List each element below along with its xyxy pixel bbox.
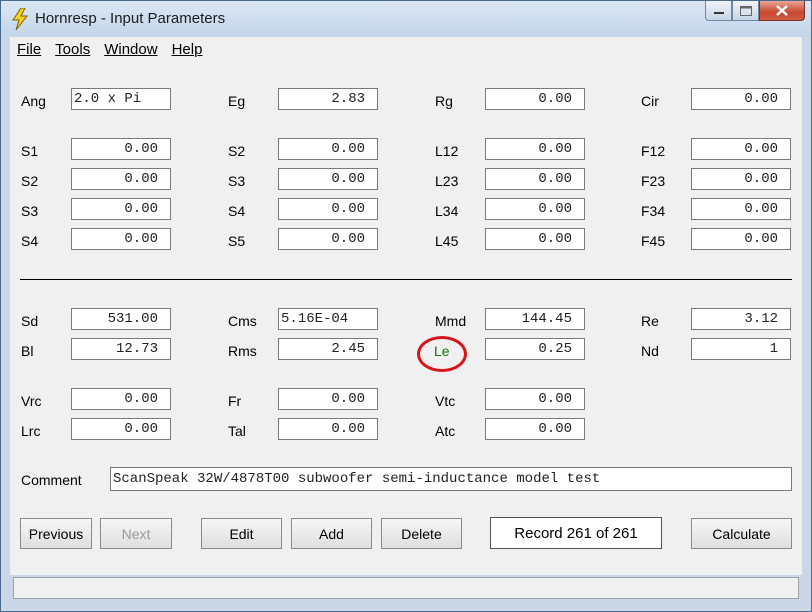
fr-field[interactable]: 0.00 [278, 388, 378, 410]
app-window: Hornresp - Input Parameters File Tools W… [0, 0, 812, 612]
ang-field[interactable]: 2.0 x Pi [71, 88, 171, 110]
f23-label: F23 [641, 173, 666, 189]
calculate-button[interactable]: Calculate [691, 518, 792, 549]
vtc-label: Vtc [435, 393, 456, 409]
window-title: Hornresp - Input Parameters [35, 10, 226, 27]
rms-field[interactable]: 2.45 [278, 338, 378, 360]
section-divider [20, 279, 792, 280]
s2b-label: S2 [228, 143, 246, 159]
l34-field[interactable]: 0.00 [485, 198, 585, 220]
maximize-icon [739, 5, 752, 16]
delete-button[interactable]: Delete [381, 518, 462, 549]
l34-label: L34 [435, 203, 459, 219]
menu-help[interactable]: Help [172, 41, 203, 58]
rg-field[interactable]: 0.00 [485, 88, 585, 110]
l23-label: L23 [435, 173, 459, 189]
s1-label: S1 [21, 143, 39, 159]
cir-field[interactable]: 0.00 [691, 88, 791, 110]
vrc-label: Vrc [21, 393, 42, 409]
comment-label: Comment [21, 472, 82, 488]
f23-field[interactable]: 0.00 [691, 168, 791, 190]
s3-field[interactable]: 0.00 [71, 198, 171, 220]
lrc-field[interactable]: 0.00 [71, 418, 171, 440]
nd-field[interactable]: 1 [691, 338, 791, 360]
cms-label: Cms [228, 313, 257, 329]
l12-label: L12 [435, 143, 459, 159]
fr-label: Fr [228, 393, 242, 409]
atc-field[interactable]: 0.00 [485, 418, 585, 440]
status-bar [13, 577, 799, 599]
cms-field[interactable]: 5.16E-04 [278, 308, 378, 330]
s2b-field[interactable]: 0.00 [278, 138, 378, 160]
eg-label: Eg [228, 93, 246, 109]
menu-tools[interactable]: Tools [55, 41, 90, 58]
tal-label: Tal [228, 423, 246, 439]
s5-label: S5 [228, 233, 246, 249]
bl-label: Bl [21, 343, 34, 359]
l12-field[interactable]: 0.00 [485, 138, 585, 160]
minimize-button[interactable] [705, 1, 732, 21]
s4b-field[interactable]: 0.00 [278, 198, 378, 220]
f12-label: F12 [641, 143, 666, 159]
sd-label: Sd [21, 313, 39, 329]
menu-window[interactable]: Window [104, 41, 157, 58]
s2-field[interactable]: 0.00 [71, 168, 171, 190]
l45-label: L45 [435, 233, 459, 249]
re-label: Re [641, 313, 659, 329]
le-label[interactable]: Le [434, 343, 450, 359]
minimize-icon [713, 11, 724, 14]
bl-field[interactable]: 12.73 [71, 338, 171, 360]
mmd-label: Mmd [435, 313, 467, 329]
s4b-label: S4 [228, 203, 246, 219]
f12-field[interactable]: 0.00 [691, 138, 791, 160]
eg-field[interactable]: 2.83 [278, 88, 378, 110]
next-button[interactable]: Next [100, 518, 172, 549]
lightning-bolt-icon [12, 8, 29, 30]
previous-button[interactable]: Previous [20, 518, 92, 549]
s3b-field[interactable]: 0.00 [278, 168, 378, 190]
s4-label: S4 [21, 233, 39, 249]
sd-field[interactable]: 531.00 [71, 308, 171, 330]
l45-field[interactable]: 0.00 [485, 228, 585, 250]
lrc-label: Lrc [21, 423, 41, 439]
menu-file[interactable]: File [17, 41, 41, 58]
vrc-field[interactable]: 0.00 [71, 388, 171, 410]
f45-label: F45 [641, 233, 666, 249]
vtc-field[interactable]: 0.00 [485, 388, 585, 410]
re-field[interactable]: 3.12 [691, 308, 791, 330]
mmd-field[interactable]: 144.45 [485, 308, 585, 330]
comment-field[interactable]: ScanSpeak 32W/4878T00 subwoofer semi-ind… [110, 467, 792, 491]
ang-label: Ang [21, 93, 46, 109]
close-button[interactable] [759, 1, 805, 21]
le-field[interactable]: 0.25 [485, 338, 585, 360]
record-indicator: Record 261 of 261 [490, 517, 662, 549]
close-icon [776, 5, 788, 16]
tal-field[interactable]: 0.00 [278, 418, 378, 440]
window-controls [705, 1, 805, 23]
menu-bar: File Tools Window Help [10, 37, 802, 61]
rms-label: Rms [228, 343, 257, 359]
s3b-label: S3 [228, 173, 246, 189]
s2-label: S2 [21, 173, 39, 189]
f45-field[interactable]: 0.00 [691, 228, 791, 250]
add-button[interactable]: Add [291, 518, 372, 549]
atc-label: Atc [435, 423, 456, 439]
s3-label: S3 [21, 203, 39, 219]
s4-field[interactable]: 0.00 [71, 228, 171, 250]
maximize-button[interactable] [732, 1, 759, 21]
cir-label: Cir [641, 93, 659, 109]
l23-field[interactable]: 0.00 [485, 168, 585, 190]
nd-label: Nd [641, 343, 659, 359]
title-bar[interactable]: Hornresp - Input Parameters [1, 1, 811, 37]
rg-label: Rg [435, 93, 453, 109]
s5-field[interactable]: 0.00 [278, 228, 378, 250]
f34-field[interactable]: 0.00 [691, 198, 791, 220]
input-parameters-form: Ang 2.0 x Pi Eg 2.83 Rg 0.00 Cir 0.00 S1… [10, 61, 802, 599]
s1-field[interactable]: 0.00 [71, 138, 171, 160]
edit-button[interactable]: Edit [201, 518, 282, 549]
f34-label: F34 [641, 203, 666, 219]
